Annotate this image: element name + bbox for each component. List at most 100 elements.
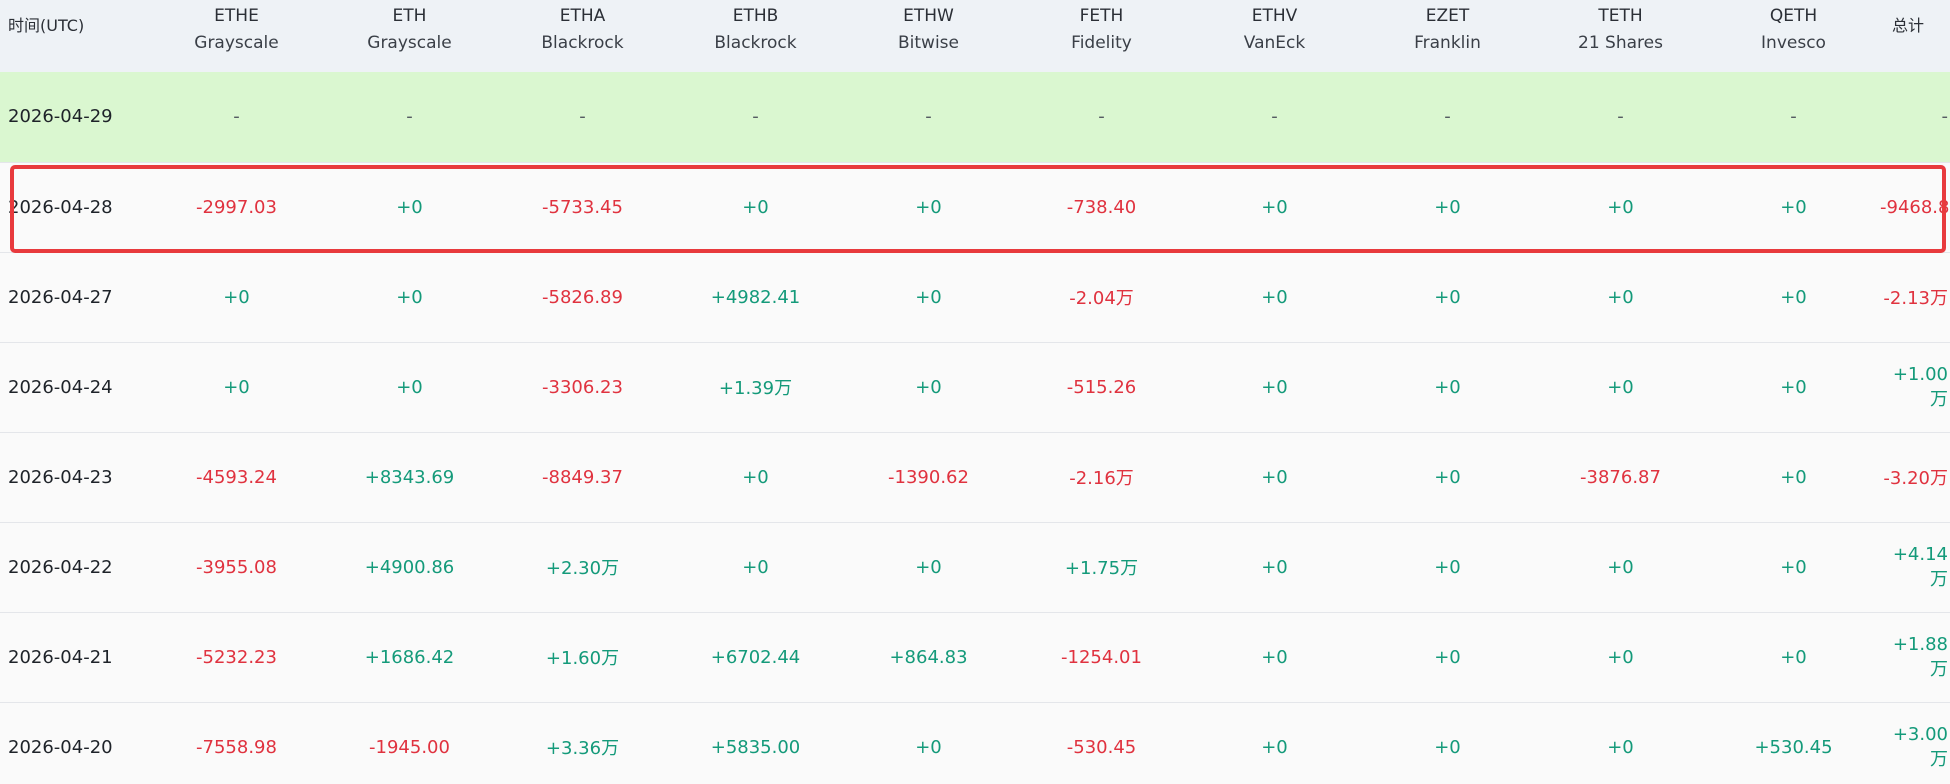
flow-cell-ethv: +0: [1261, 196, 1288, 218]
flow-cell-teth: +0: [1607, 376, 1634, 398]
ticker-label: QETH: [1769, 6, 1818, 26]
flow-cell-feth: -738.40: [1066, 196, 1137, 218]
table-row[interactable]: 2026-04-21 -5232.23 +1686.42 +1.60万 +6702.44…: [0, 612, 1950, 702]
flow-cell-teth: -3876.87: [1580, 466, 1661, 488]
column-header-teth[interactable]: TETH 21 Shares: [1534, 0, 1707, 72]
flow-cell-ethe: -3955.08: [196, 556, 277, 578]
flow-cell-eth: +0: [396, 196, 423, 218]
date-cell: 2026-04-28: [8, 196, 113, 218]
flow-cell-teth: +0: [1607, 736, 1634, 758]
flow-cell-teth: -: [1617, 106, 1624, 128]
flow-cell-ethe: -4593.24: [196, 466, 277, 488]
flow-cell-ethe: -: [233, 106, 240, 128]
flow-cell-ethv: +0: [1261, 646, 1288, 668]
column-header-feth[interactable]: FETH Fidelity: [1015, 0, 1188, 72]
flow-cell-feth: -530.45: [1066, 736, 1137, 758]
flow-cell-ethe: -5232.23: [196, 646, 277, 668]
flow-cell-etha: +3.36万: [545, 738, 620, 759]
flow-cell-ezet: +0: [1434, 466, 1461, 488]
ticker-label: TETH: [1598, 6, 1643, 26]
total-cell: -3.20万: [1883, 468, 1948, 489]
flow-cell-qeth: +0: [1780, 196, 1807, 218]
total-cell: +4.14万: [1892, 543, 1948, 590]
column-header-ethb[interactable]: ETHB Blackrock: [669, 0, 842, 72]
header-row: 时间(UTC) ETHE Grayscale ETH Grayscale ETHA Bla…: [0, 0, 1950, 72]
issuer-label: Grayscale: [194, 33, 279, 53]
flow-cell-qeth: +0: [1780, 646, 1807, 668]
issuer-label: Invesco: [1761, 33, 1826, 53]
date-cell: 2026-04-27: [8, 286, 113, 308]
flow-cell-ethv: +0: [1261, 556, 1288, 578]
total-column-header[interactable]: 总计: [1880, 0, 1950, 72]
total-cell: +1.00万: [1892, 363, 1948, 410]
column-header-eth[interactable]: ETH Grayscale: [323, 0, 496, 72]
date-cell: 2026-04-20: [8, 736, 113, 758]
total-column-label: 总计: [1892, 16, 1925, 35]
ticker-label: ETHW: [903, 6, 954, 26]
flow-cell-qeth: +0: [1780, 286, 1807, 308]
flow-cell-ethw: -1390.62: [888, 466, 969, 488]
flow-cell-ethw: +0: [915, 736, 942, 758]
issuer-label: VanEck: [1243, 33, 1306, 53]
total-cell: +3.00万: [1892, 723, 1948, 770]
flow-cell-ethv: +0: [1261, 376, 1288, 398]
eth-etf-flow-table: 时间(UTC) ETHE Grayscale ETH Grayscale ETHA Bla…: [0, 0, 1950, 784]
flow-cell-eth: -: [406, 106, 413, 128]
issuer-label: Fidelity: [1071, 33, 1132, 53]
etf-flow-page: 时间(UTC) ETHE Grayscale ETH Grayscale ETHA Bla…: [0, 0, 1950, 784]
flow-cell-ethv: +0: [1261, 466, 1288, 488]
total-cell: -9468.87: [1880, 196, 1950, 218]
column-header-ethe[interactable]: ETHE Grayscale: [150, 0, 323, 72]
flow-cell-etha: -3306.23: [542, 376, 623, 398]
flow-cell-ethb: +6702.44: [710, 646, 801, 668]
table-row[interactable]: 2026-04-23 -4593.24 +8343.69 -8849.37 +0 -139…: [0, 432, 1950, 522]
flow-cell-teth: +0: [1607, 286, 1634, 308]
date-cell: 2026-04-23: [8, 466, 113, 488]
flow-cell-ethe: +0: [223, 286, 250, 308]
flow-cell-ethw: +0: [915, 556, 942, 578]
flow-cell-ethw: +0: [915, 286, 942, 308]
flow-cell-feth: +1.75万: [1064, 558, 1139, 579]
ticker-label: ETH: [392, 6, 427, 26]
flow-cell-feth: -2.16万: [1069, 468, 1134, 489]
table-row[interactable]: 2026-04-29 - - - - - - - - - - -: [0, 72, 1950, 162]
flow-cell-teth: +0: [1607, 556, 1634, 578]
flow-cell-etha: +2.30万: [545, 558, 620, 579]
issuer-label: Bitwise: [898, 33, 959, 53]
flow-cell-ethb: +0: [742, 196, 769, 218]
table-row[interactable]: 2026-04-24 +0 +0 -3306.23 +1.39万 +0 -515.26 +0 +…: [0, 342, 1950, 432]
column-header-ethv[interactable]: ETHV VanEck: [1188, 0, 1361, 72]
flow-cell-eth: +0: [396, 286, 423, 308]
table-row[interactable]: 2026-04-22 -3955.08 +4900.86 +2.30万 +0 +0 +1.7…: [0, 522, 1950, 612]
flow-cell-eth: -1945.00: [369, 736, 450, 758]
flow-cell-ezet: +0: [1434, 286, 1461, 308]
table-row[interactable]: 2026-04-27 +0 +0 -5826.89 +4982.41 +0 -2.04万 +0…: [0, 252, 1950, 342]
column-header-etha[interactable]: ETHA Blackrock: [496, 0, 669, 72]
issuer-label: Blackrock: [714, 33, 797, 53]
flow-cell-ethw: +0: [915, 376, 942, 398]
total-cell: -: [1941, 106, 1949, 128]
time-column-header[interactable]: 时间(UTC): [0, 0, 150, 72]
flow-cell-teth: +0: [1607, 196, 1634, 218]
issuer-label: Blackrock: [541, 33, 624, 53]
table-body: 2026-04-29 - - - - - - - - - - - 2026-04-28 -2997.03 +…: [0, 72, 1950, 784]
flow-cell-ezet: +0: [1434, 556, 1461, 578]
flow-cell-ethb: +4982.41: [710, 286, 801, 308]
table-row[interactable]: 2026-04-20 -7558.98 -1945.00 +3.36万 +5835.00…: [0, 702, 1950, 784]
ticker-label: ETHB: [732, 6, 779, 26]
flow-cell-etha: -: [579, 106, 586, 128]
column-header-ethw[interactable]: ETHW Bitwise: [842, 0, 1015, 72]
flow-cell-ethv: -: [1271, 106, 1278, 128]
column-header-qeth[interactable]: QETH Invesco: [1707, 0, 1880, 72]
flow-cell-ethw: +864.83: [889, 646, 968, 668]
table-row[interactable]: 2026-04-28 -2997.03 +0 -5733.45 +0 +0 -738.40 +…: [0, 162, 1950, 252]
flow-cell-ethe: -2997.03: [196, 196, 277, 218]
flow-cell-ezet: +0: [1434, 376, 1461, 398]
column-header-ezet[interactable]: EZET Franklin: [1361, 0, 1534, 72]
flow-cell-ethw: -: [925, 106, 932, 128]
ticker-label: ETHA: [559, 6, 606, 26]
date-cell: 2026-04-29: [8, 106, 113, 128]
flow-cell-qeth: -: [1790, 106, 1797, 128]
date-cell: 2026-04-21: [8, 646, 113, 668]
flow-cell-feth: -1254.01: [1061, 646, 1142, 668]
